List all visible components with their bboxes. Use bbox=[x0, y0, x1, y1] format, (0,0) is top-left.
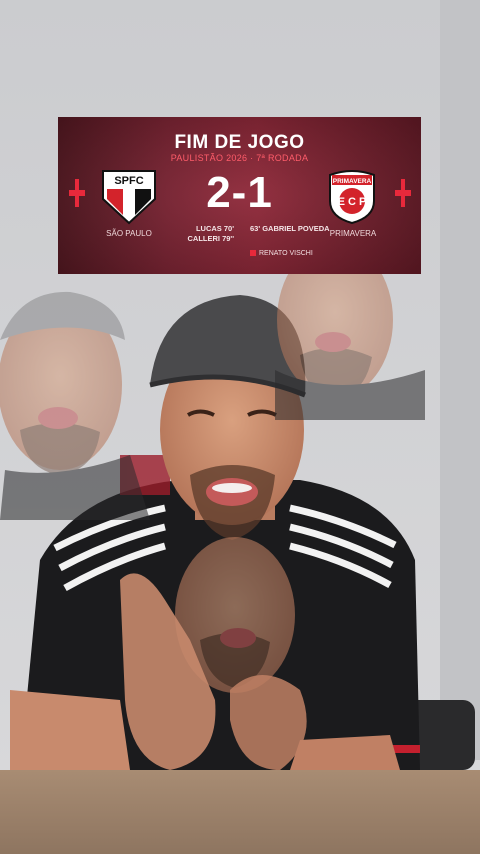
referee-label: RENATO VISCHI bbox=[250, 250, 313, 257]
home-scorer: LUCAS 70' bbox=[195, 224, 234, 233]
primavera-crest-text: PRIMAVERA bbox=[333, 178, 372, 185]
primavera-crest-icon: PRIMAVERA E C P bbox=[329, 170, 375, 225]
desk-surface bbox=[0, 770, 480, 854]
card-title: FIM DE JOGO bbox=[174, 132, 305, 153]
home-team-name: SÃO PAULO bbox=[106, 229, 152, 238]
referee-square-icon bbox=[250, 250, 256, 257]
match-result-card: FIM DE JOGO PAULISTÃO 2026 · 7ª RODADA S… bbox=[58, 117, 421, 274]
away-scorer: 63' GABRIEL POVEDA bbox=[250, 224, 330, 233]
away-scorers: 63' GABRIEL POVEDA bbox=[250, 224, 330, 234]
home-scorers: LUCAS 70' CALLERI 79'' bbox=[184, 224, 235, 244]
home-scorer: CALLERI 79'' bbox=[187, 234, 235, 243]
competition-subtitle: PAULISTÃO 2026 · 7ª RODADA bbox=[170, 153, 309, 163]
referee-name: RENATO VISCHI bbox=[259, 250, 313, 257]
svg-text:E C P: E C P bbox=[338, 196, 367, 208]
